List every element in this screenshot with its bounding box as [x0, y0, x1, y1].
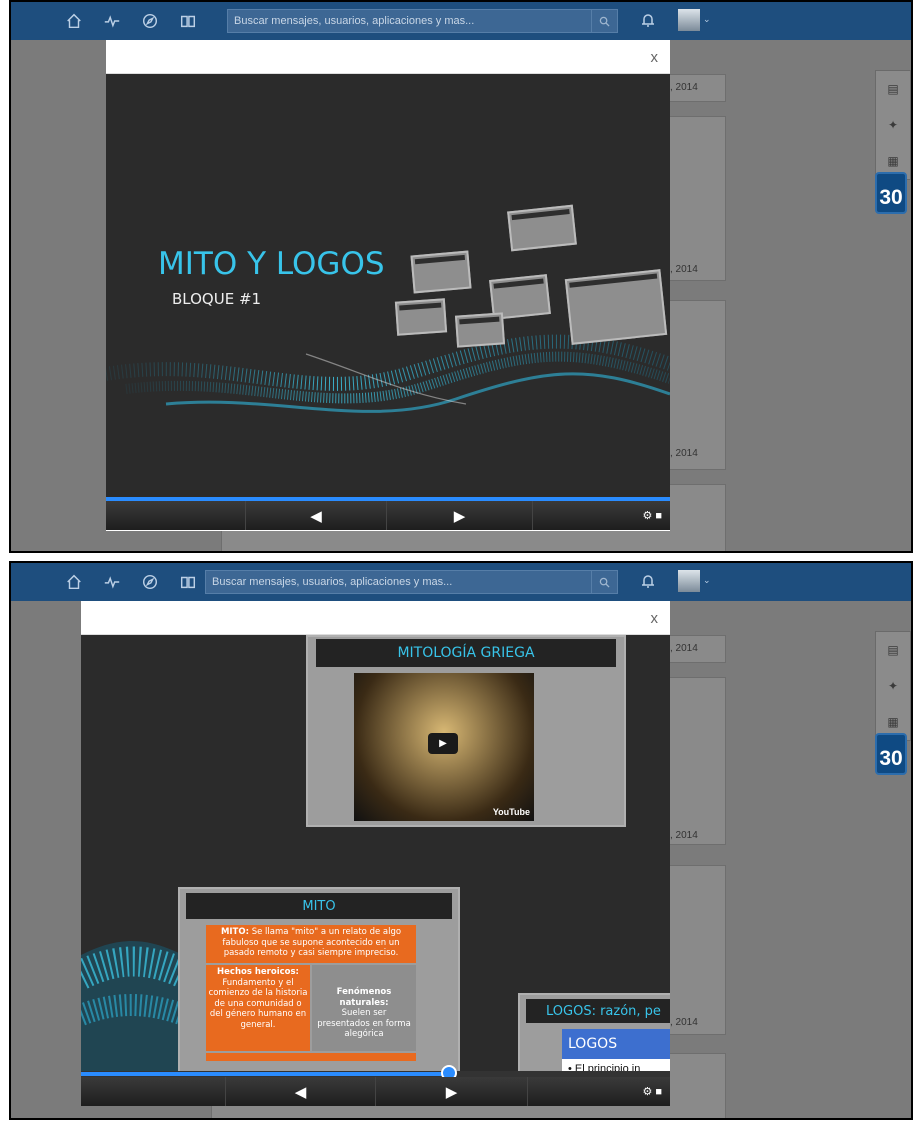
logos-box: LOGOS: [562, 1029, 670, 1059]
top-navbar: Buscar mensajes, usuarios, aplicaciones …: [11, 2, 911, 40]
compass-icon[interactable]: [131, 563, 169, 601]
prezi-modal: x MITO Y LOGOS BLOQUE #1 ◀ ▶ ⚙ ■: [106, 40, 670, 531]
feed-date: , 2014: [670, 643, 698, 654]
slide-title: MITO Y LOGOS: [158, 246, 385, 282]
close-button[interactable]: x: [651, 610, 659, 627]
modal-header: x: [106, 40, 670, 74]
search-icon[interactable]: [591, 10, 617, 32]
search-input[interactable]: Buscar mensajes, usuarios, aplicaciones …: [205, 570, 618, 594]
store-icon[interactable]: ▤: [876, 71, 910, 107]
mito-def-label: MITO:: [220, 927, 249, 937]
modal-header: x: [81, 601, 670, 635]
bell-icon[interactable]: [638, 10, 658, 30]
activity-icon[interactable]: [93, 2, 131, 40]
control-spacer: [106, 501, 246, 530]
slide-thumbnail[interactable]: [564, 269, 668, 345]
prev-button[interactable]: ◀: [246, 501, 387, 530]
book-icon[interactable]: [169, 563, 207, 601]
store-icon[interactable]: ▤: [876, 632, 910, 668]
wrench-icon[interactable]: ✦: [876, 668, 910, 704]
search-icon[interactable]: [591, 571, 617, 593]
feed-date: , 2014: [670, 448, 698, 459]
feed-date: , 2014: [670, 830, 698, 841]
chevron-down-icon[interactable]: ⌄: [703, 14, 711, 25]
logos-panel: LOGOS: razón, pe LOGOS • El principio in: [518, 993, 670, 1071]
mito-def-text: Se llama "mito" a un relato de algo fabu…: [222, 927, 402, 958]
feed-date: , 2014: [670, 1017, 698, 1028]
settings-fullscreen[interactable]: ⚙ ■: [533, 501, 670, 530]
slide-thumbnail[interactable]: [454, 312, 506, 348]
slide-thumbnail[interactable]: [507, 204, 577, 252]
mito-definition: MITO: Se llama "mito" a un relato de alg…: [206, 925, 416, 963]
prev-button[interactable]: ◀: [226, 1077, 376, 1106]
wrench-icon[interactable]: ✦: [876, 107, 910, 143]
close-button[interactable]: x: [651, 49, 659, 66]
activity-icon[interactable]: [93, 563, 131, 601]
settings-fullscreen[interactable]: ⚙ ■: [528, 1077, 670, 1106]
hechos-heroicos: Hechos heroicos: Fundamento y el comienz…: [206, 965, 310, 1051]
player-controls: ◀ ▶ ⚙ ■: [106, 501, 670, 530]
player-controls: ◀ ▶ ⚙ ■: [81, 1077, 670, 1106]
mitologia-title: MITOLOGÍA GRIEGA: [316, 639, 616, 667]
chevron-down-icon[interactable]: ⌄: [703, 575, 711, 586]
compass-icon[interactable]: [131, 2, 169, 40]
mito-footer-bar: [206, 1053, 416, 1061]
presentation-canvas[interactable]: MITO Y LOGOS BLOQUE #1: [106, 74, 670, 497]
slide-thumbnail[interactable]: [394, 298, 448, 336]
right-toolbar: ▤ ✦ ▦: [875, 631, 911, 741]
mito-title: MITO: [186, 893, 452, 919]
calendar-day: 30: [879, 747, 903, 770]
feed-date: , 2014: [670, 264, 698, 275]
next-button[interactable]: ▶: [376, 1077, 528, 1106]
presentation-canvas[interactable]: MITOLOGÍA GRIEGA ▶ YouTube MITO MITO: Se…: [81, 635, 670, 1071]
fenomenos-naturales: Fenómenos naturales: Suelen ser presenta…: [312, 965, 416, 1051]
screenshot-bottom: Buscar mensajes, usuarios, aplicaciones …: [9, 561, 913, 1120]
hechos-title: Hechos heroicos:: [217, 967, 299, 977]
mitologia-panel: MITOLOGÍA GRIEGA ▶ YouTube: [306, 635, 626, 827]
fenomenos-title: Fenómenos naturales:: [336, 987, 392, 1008]
right-toolbar: ▤ ✦ ▦: [875, 70, 911, 180]
mito-panel: MITO MITO: Se llama "mito" a un relato d…: [178, 887, 460, 1071]
control-spacer: [81, 1077, 226, 1106]
slide-thumbnail[interactable]: [410, 250, 472, 294]
avatar[interactable]: [678, 9, 700, 31]
search-input[interactable]: Buscar mensajes, usuarios, aplicaciones …: [227, 9, 618, 33]
prezi-modal: x MITOLOGÍA GRIEGA ▶ YouTube MITO MITO:: [81, 601, 670, 1106]
screenshot-top: Buscar mensajes, usuarios, aplicaciones …: [9, 0, 913, 553]
progress-bar[interactable]: [81, 1072, 449, 1076]
top-navbar: Buscar mensajes, usuarios, aplicaciones …: [11, 563, 911, 601]
fenomenos-text: Suelen ser presentados en forma alegóric…: [317, 1008, 411, 1039]
calendar-icon[interactable]: 30: [875, 172, 907, 214]
play-icon[interactable]: ▶: [428, 733, 458, 754]
book-icon[interactable]: [169, 2, 207, 40]
search-placeholder: Buscar mensajes, usuarios, aplicaciones …: [212, 576, 453, 588]
youtube-video[interactable]: ▶ YouTube: [354, 673, 534, 821]
feed-date: , 2014: [670, 82, 698, 93]
logos-bullet: • El principio in: [562, 1059, 670, 1071]
logos-title: LOGOS: razón, pe: [526, 999, 670, 1023]
home-icon[interactable]: [55, 2, 93, 40]
youtube-logo: YouTube: [492, 807, 530, 817]
hechos-text: Fundamento y el comienzo de la historia …: [208, 977, 308, 1030]
slide-subtitle: BLOQUE #1: [172, 290, 262, 308]
search-placeholder: Buscar mensajes, usuarios, aplicaciones …: [234, 15, 475, 27]
calendar-icon[interactable]: 30: [875, 733, 907, 775]
home-icon[interactable]: [55, 563, 93, 601]
bell-icon[interactable]: [638, 571, 658, 591]
avatar[interactable]: [678, 570, 700, 592]
calendar-day: 30: [879, 186, 903, 209]
next-button[interactable]: ▶: [387, 501, 533, 530]
